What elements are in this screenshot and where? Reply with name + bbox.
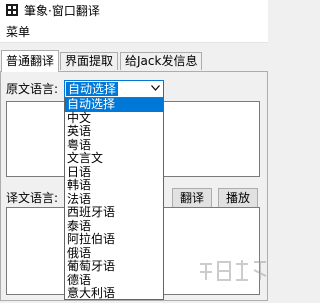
dropdown-option[interactable]: 中文: [65, 111, 163, 126]
watermark-logo: [196, 258, 268, 300]
dropdown-option[interactable]: 英语: [65, 124, 163, 139]
dropdown-option[interactable]: 泰语: [65, 219, 163, 234]
translate-button[interactable]: 翻译: [172, 188, 212, 208]
language-dropdown-list[interactable]: 自动选择 中文 英语 粤语 文言文 日语 韩语 法语 西班牙语 泰语 阿拉伯语 俄语 葡萄牙语 德语 意大利…: [64, 97, 164, 300]
dropdown-option[interactable]: 阿拉伯语: [65, 232, 163, 247]
source-language-label: 原文语言:: [6, 82, 59, 96]
chevron-down-icon[interactable]: [147, 81, 163, 97]
tab-strip: 普通翻译 界面提取 给Jack发信息: [0, 50, 268, 72]
app-icon: [6, 4, 18, 16]
source-language-select[interactable]: 自动选择: [64, 80, 164, 98]
tab-interface-extract[interactable]: 界面提取: [60, 52, 119, 70]
dropdown-option[interactable]: 文言文: [65, 151, 163, 166]
dropdown-option[interactable]: 俄语: [65, 246, 163, 261]
dropdown-option[interactable]: 意大利语: [65, 286, 163, 299]
menu-bar: 菜单: [0, 22, 268, 43]
tab-normal-translate[interactable]: 普通翻译: [1, 50, 60, 72]
dropdown-option[interactable]: 西班牙语: [65, 205, 163, 220]
dropdown-option[interactable]: 德语: [65, 273, 163, 288]
dropdown-option[interactable]: 葡萄牙语: [65, 259, 163, 274]
dropdown-option[interactable]: 法语: [65, 192, 163, 207]
menu-item-main[interactable]: 菜单: [6, 24, 30, 40]
tab-message-jack[interactable]: 给Jack发信息: [120, 52, 203, 70]
dropdown-option[interactable]: 粤语: [65, 138, 163, 153]
target-language-label: 译文语言:: [6, 191, 59, 205]
play-button[interactable]: 播放: [218, 188, 258, 208]
dropdown-option[interactable]: 日语: [65, 165, 163, 180]
window-title: 筆象·窗口翻译: [24, 4, 100, 18]
title-bar: 筆象·窗口翻译: [0, 0, 268, 22]
dropdown-option[interactable]: 韩语: [65, 178, 163, 193]
dropdown-option[interactable]: 自动选择: [65, 98, 163, 112]
source-language-value: 自动选择: [66, 82, 119, 96]
